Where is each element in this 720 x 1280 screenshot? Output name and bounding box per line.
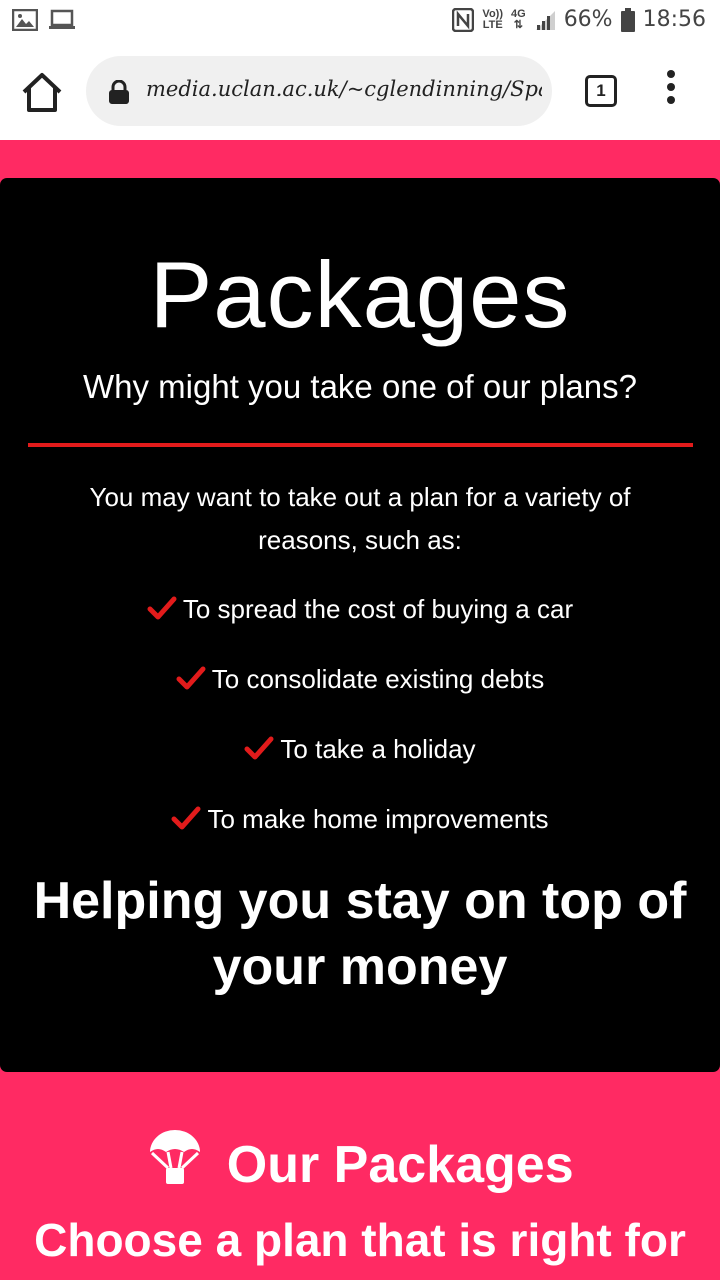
nfc-icon bbox=[452, 7, 475, 32]
overflow-menu-icon[interactable] bbox=[662, 70, 680, 110]
signal-icon bbox=[535, 10, 555, 30]
volte-label-top: Vo)) bbox=[482, 7, 503, 20]
packages-subtitle: Why might you take one of our plans? bbox=[83, 368, 637, 405]
network-label: 4G bbox=[511, 7, 526, 20]
parachute-icon bbox=[150, 1130, 201, 1184]
check-icon bbox=[171, 806, 201, 830]
packages-intro: You may want to take out a plan for a va… bbox=[89, 482, 631, 555]
network-indicator: 4G ⇅ bbox=[511, 7, 526, 31]
status-bar: Vo)) LTE 4G ⇅ 66% 18:56 bbox=[0, 0, 720, 42]
check-icon bbox=[244, 736, 274, 760]
reason-text: To spread the cost of buying a car bbox=[182, 594, 574, 624]
address-bar[interactable]: media.uclan.ac.uk/~cglendinning/Spa bbox=[86, 56, 552, 126]
check-icon bbox=[147, 596, 177, 620]
laptop-icon bbox=[49, 9, 75, 29]
battery-percent: 66% bbox=[563, 7, 613, 32]
our-packages-subtitle: Choose a plan that is right for bbox=[34, 1214, 686, 1266]
volte-indicator: Vo)) LTE bbox=[482, 7, 503, 31]
lock-icon bbox=[109, 80, 129, 104]
list-item: To take a holiday bbox=[0, 728, 720, 798]
tagline-heading: Helping you stay on top of your money bbox=[33, 872, 687, 996]
list-item: To consolidate existing debts bbox=[0, 658, 720, 728]
reason-text: To take a holiday bbox=[280, 734, 476, 764]
our-packages-heading: Our Packages bbox=[0, 1128, 720, 1198]
list-item: To make home improvements bbox=[0, 798, 720, 868]
page-title: Packages bbox=[149, 242, 571, 347]
packages-card: Packages Why might you take one of our p… bbox=[0, 178, 720, 1072]
browser-toolbar: media.uclan.ac.uk/~cglendinning/Spa 1 bbox=[0, 42, 720, 140]
check-icon bbox=[176, 666, 206, 690]
reasons-list: To spread the cost of buying a car To co… bbox=[0, 588, 720, 868]
volte-label-bottom: LTE bbox=[482, 18, 503, 31]
clock: 18:56 bbox=[642, 7, 706, 32]
our-packages-title: Our Packages bbox=[226, 1136, 574, 1194]
reason-text: To consolidate existing debts bbox=[211, 664, 545, 694]
home-icon[interactable] bbox=[20, 70, 64, 114]
battery-icon bbox=[620, 7, 635, 32]
section-divider bbox=[28, 443, 693, 447]
url-text[interactable]: media.uclan.ac.uk/~cglendinning/Spa bbox=[146, 77, 542, 101]
image-icon bbox=[12, 9, 38, 31]
list-item: To spread the cost of buying a car bbox=[0, 588, 720, 658]
reason-text: To make home improvements bbox=[207, 804, 549, 834]
tab-switcher-button[interactable]: 1 bbox=[585, 75, 617, 107]
